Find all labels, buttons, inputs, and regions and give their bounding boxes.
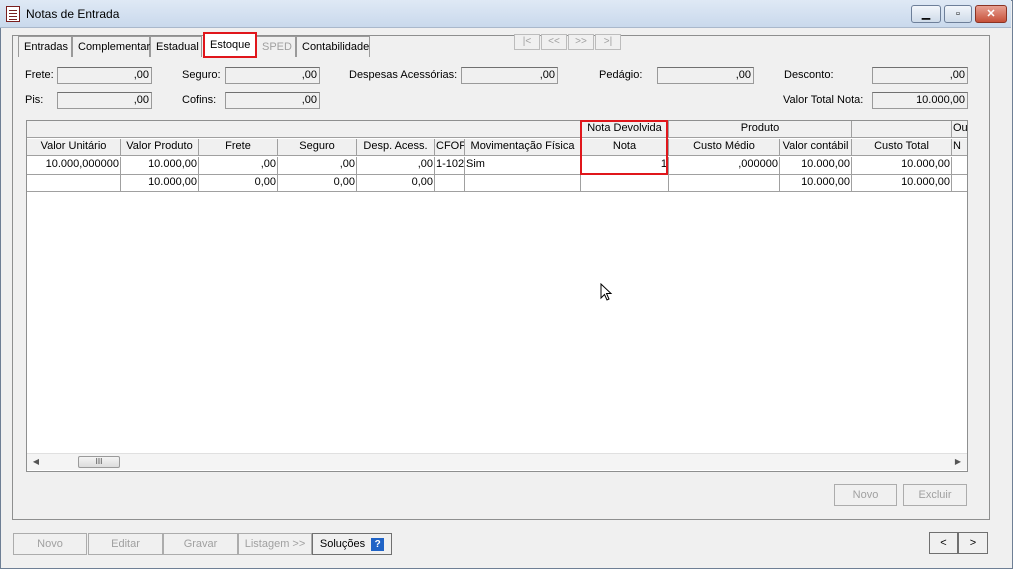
table-cell[interactable]: ,00 <box>199 157 278 175</box>
gravar-button[interactable]: Gravar <box>163 533 238 555</box>
tab-estoque[interactable]: Estoque <box>203 32 257 58</box>
desconto-field[interactable]: ,00 <box>872 67 968 84</box>
table-cell[interactable]: 10.000,00 <box>852 157 952 175</box>
tab-sped[interactable]: SPED <box>256 36 296 57</box>
group-header-nota-devolvida: Nota Devolvida <box>581 121 669 138</box>
totals-cell <box>27 175 121 192</box>
totals-cell: 0,00 <box>199 175 278 192</box>
table-cell[interactable] <box>952 157 967 175</box>
close-button[interactable]: ✕ <box>975 5 1007 23</box>
table-cell[interactable]: 1-102 <box>435 157 465 175</box>
frete-field[interactable]: ,00 <box>57 67 152 84</box>
help-icon: ? <box>371 537 385 551</box>
table-cell[interactable]: 10.000,00 <box>780 157 852 175</box>
table-cell[interactable]: ,00 <box>278 157 357 175</box>
totals-cell <box>952 175 967 192</box>
despesas-label: Despesas Acessórias: <box>349 69 458 81</box>
totals-cell <box>669 175 780 192</box>
table-cell[interactable]: ,000000 <box>669 157 780 175</box>
col-header-valor-unitario[interactable]: Valor Unitário <box>27 139 121 156</box>
col-header-desp-acess[interactable]: Desp. Acess. <box>357 139 435 156</box>
scroll-left-arrow-icon[interactable]: ◀ <box>29 455 43 469</box>
frete-label: Frete: <box>25 69 54 81</box>
cofins-field[interactable]: ,00 <box>225 92 320 109</box>
scroll-thumb[interactable]: III <box>78 456 120 468</box>
scroll-right-arrow-icon[interactable]: ▶ <box>951 455 965 469</box>
next-button[interactable]: > <box>958 532 988 554</box>
cofins-label: Cofins: <box>182 94 217 106</box>
listagem-button[interactable]: Listagem >> <box>238 533 312 555</box>
totals-cell: 0,00 <box>357 175 435 192</box>
col-header-nota[interactable]: Nota <box>581 139 669 156</box>
col-header-frete[interactable]: Frete <box>199 139 278 156</box>
table-cell[interactable]: Sim <box>465 157 581 175</box>
col-header-seguro[interactable]: Seguro <box>278 139 357 156</box>
document-icon <box>6 6 20 22</box>
group-header-produto: Produto <box>669 121 852 138</box>
totals-cell <box>581 175 669 192</box>
col-header-valor-contabil[interactable]: Valor contábil <box>780 139 852 156</box>
tab-contabilidade[interactable]: Contabilidade <box>296 36 370 57</box>
pedagio-field[interactable]: ,00 <box>657 67 754 84</box>
title-bar: Notas de Entrada ▁ ▫ ✕ <box>0 0 1011 28</box>
table-cell[interactable]: 10.000,00 <box>121 157 199 175</box>
grid-novo-button[interactable]: Novo <box>834 484 897 506</box>
totals-cell <box>435 175 465 192</box>
window-title: Notas de Entrada <box>26 7 120 21</box>
mouse-cursor-icon <box>600 283 613 301</box>
col-header-cfop[interactable]: CFOP <box>435 139 465 156</box>
maximize-button[interactable]: ▫ <box>944 5 972 23</box>
solucoes-button[interactable]: Soluções? <box>312 533 392 555</box>
tab-complementar[interactable]: Complementar <box>72 36 150 57</box>
totals-cell: 0,00 <box>278 175 357 192</box>
table-cell[interactable]: ,00 <box>357 157 435 175</box>
despesas-field[interactable]: ,00 <box>461 67 558 84</box>
pis-field[interactable]: ,00 <box>57 92 152 109</box>
table-cell[interactable]: 10.000,000000 <box>27 157 121 175</box>
pis-label: Pis: <box>25 94 44 106</box>
col-header-valor-produto[interactable]: Valor Produto <box>121 139 199 156</box>
group-header-blank-2 <box>852 121 952 138</box>
col-header-custo-total[interactable]: Custo Total <box>852 139 952 156</box>
novo-button[interactable]: Novo <box>13 533 87 555</box>
nav-first-button[interactable]: |< <box>514 34 540 50</box>
grid-excluir-button[interactable]: Excluir <box>903 484 967 506</box>
nav-last-button[interactable]: >| <box>595 34 621 50</box>
items-grid[interactable]: Nota Devolvida Produto Ou Valor Unitário… <box>26 120 968 472</box>
group-header-outros: Ou <box>952 121 967 138</box>
valor-total-field[interactable]: 10.000,00 <box>872 92 968 109</box>
horizontal-scrollbar[interactable]: ◀ III ▶ <box>27 453 967 470</box>
totals-cell: 10.000,00 <box>852 175 952 192</box>
previous-button[interactable]: < <box>929 532 958 554</box>
col-header-n[interactable]: N <box>952 139 967 156</box>
totals-cell: 10.000,00 <box>780 175 852 192</box>
totals-cell <box>465 175 581 192</box>
col-header-custo-medio[interactable]: Custo Médio <box>669 139 780 156</box>
tab-entradas[interactable]: Entradas <box>18 36 72 57</box>
valor-total-label: Valor Total Nota: <box>783 94 864 106</box>
group-header-blank <box>27 121 581 138</box>
seguro-label: Seguro: <box>182 69 221 81</box>
pedagio-label: Pedágio: <box>599 69 643 81</box>
table-cell[interactable]: 1 <box>581 157 669 175</box>
col-header-movimentacao[interactable]: Movimentação Física <box>465 139 581 156</box>
solucoes-label: Soluções <box>319 538 366 550</box>
minimize-button[interactable]: ▁ <box>911 5 941 23</box>
tab-estadual[interactable]: Estadual <box>150 36 202 57</box>
nav-next-button[interactable]: >> <box>568 34 594 50</box>
totals-cell: 10.000,00 <box>121 175 199 192</box>
editar-button[interactable]: Editar <box>88 533 163 555</box>
seguro-field[interactable]: ,00 <box>225 67 320 84</box>
nav-previous-button[interactable]: << <box>541 34 567 50</box>
desconto-label: Desconto: <box>784 69 834 81</box>
